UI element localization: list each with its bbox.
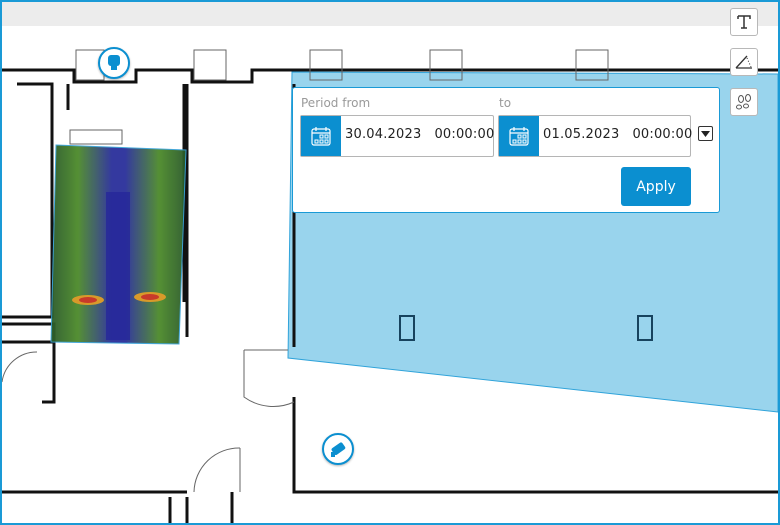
camera-marker[interactable]: [322, 433, 354, 465]
chevron-down-icon: [701, 130, 710, 137]
to-time: 00:00:00: [632, 127, 693, 142]
angle-measure-button[interactable]: [730, 48, 758, 76]
apply-button[interactable]: Apply: [621, 167, 691, 206]
period-to-label: to: [499, 96, 512, 110]
camera-bullet-icon: [331, 442, 346, 457]
text-tool-icon: [737, 15, 751, 29]
period-from-field[interactable]: 30.04.2023 00:00:00: [300, 115, 494, 157]
to-date: 01.05.2023: [543, 127, 620, 142]
text-tool-button[interactable]: [730, 8, 758, 36]
angle-measure-icon: [735, 55, 752, 69]
footsteps-icon: [736, 94, 751, 110]
map-view[interactable]: Period from to 30.04.2023 00:00:00 01.05…: [0, 0, 780, 525]
calendar-icon[interactable]: [301, 116, 341, 156]
camera-dome-icon: [108, 55, 120, 70]
period-from-value: 30.04.2023 00:00:00: [345, 127, 494, 142]
period-to-value: 01.05.2023 00:00:00: [543, 127, 692, 142]
footsteps-button[interactable]: [730, 88, 758, 116]
calendar-icon[interactable]: [499, 116, 539, 156]
floor-plan[interactable]: [2, 2, 780, 525]
expand-dropdown-button[interactable]: [698, 126, 713, 141]
from-date: 30.04.2023: [345, 127, 422, 142]
period-to-field[interactable]: 01.05.2023 00:00:00: [498, 115, 692, 157]
period-filter-panel: Period from to 30.04.2023 00:00:00 01.05…: [292, 87, 720, 213]
heatmap-overlay: [50, 144, 187, 345]
camera-marker[interactable]: [98, 47, 130, 79]
period-from-label: Period from: [301, 96, 371, 110]
from-time: 00:00:00: [434, 127, 495, 142]
